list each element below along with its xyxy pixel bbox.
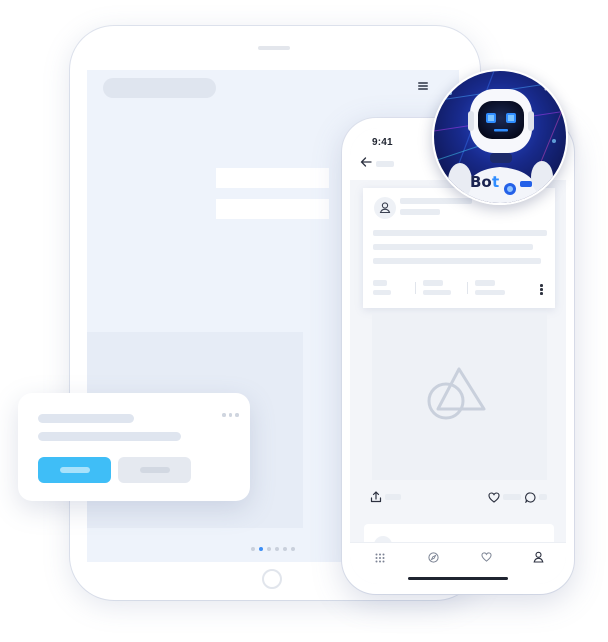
confirm-button[interactable] bbox=[38, 457, 111, 483]
card-text-placeholder bbox=[38, 432, 181, 441]
comment-count-placeholder bbox=[539, 494, 547, 500]
user-icon[interactable] bbox=[533, 551, 544, 563]
cancel-button[interactable] bbox=[118, 457, 191, 483]
back-arrow-icon[interactable] bbox=[360, 156, 372, 170]
heart-icon[interactable] bbox=[481, 552, 492, 562]
stat-placeholder bbox=[423, 280, 443, 286]
grid-icon[interactable] bbox=[375, 553, 385, 563]
divider bbox=[467, 282, 468, 294]
post-meta-placeholder bbox=[400, 209, 440, 215]
stat-placeholder bbox=[373, 290, 391, 295]
divider bbox=[415, 282, 416, 294]
button-label-placeholder bbox=[140, 467, 170, 473]
avatar[interactable] bbox=[374, 197, 396, 219]
home-indicator[interactable] bbox=[408, 577, 508, 580]
post-text-line bbox=[373, 230, 547, 236]
status-time: 9:41 bbox=[372, 137, 393, 148]
search-bar-placeholder[interactable] bbox=[103, 78, 216, 98]
robot-chest-text: Bo bbox=[470, 173, 492, 191]
stat-placeholder bbox=[475, 280, 495, 286]
menu-icon[interactable] bbox=[418, 82, 428, 90]
comment-icon[interactable] bbox=[525, 492, 536, 503]
page-indicator[interactable] bbox=[251, 547, 295, 551]
robot-avatar: Bo t bbox=[432, 69, 568, 205]
image-placeholder-icon bbox=[427, 367, 486, 420]
phone-screen: 9:41 9:41 bbox=[350, 128, 566, 584]
like-count-placeholder bbox=[503, 494, 521, 500]
post-text-line bbox=[373, 244, 533, 250]
post-author-placeholder bbox=[400, 198, 472, 204]
page-dot[interactable] bbox=[267, 547, 271, 551]
page-dot[interactable] bbox=[283, 547, 287, 551]
header-title-placeholder bbox=[376, 161, 394, 167]
stat-placeholder bbox=[475, 290, 505, 295]
bottom-nav bbox=[350, 542, 566, 584]
share-icon[interactable] bbox=[370, 491, 382, 503]
user-icon bbox=[379, 202, 391, 214]
dialog-card bbox=[18, 393, 250, 501]
tablet-home-button[interactable] bbox=[262, 569, 282, 589]
page-dot[interactable] bbox=[275, 547, 279, 551]
tablet-speaker bbox=[258, 46, 290, 50]
page-dot-active[interactable] bbox=[259, 547, 263, 551]
heart-icon[interactable] bbox=[488, 492, 500, 503]
kebab-menu-icon[interactable] bbox=[540, 284, 543, 297]
page-dot[interactable] bbox=[251, 547, 255, 551]
media-placeholder bbox=[372, 314, 547, 480]
robot-chest-text-accent: t bbox=[492, 173, 499, 191]
button-label-placeholder bbox=[60, 467, 90, 473]
share-count-placeholder bbox=[385, 494, 401, 500]
content-placeholder-bar bbox=[216, 199, 329, 219]
page-dot[interactable] bbox=[291, 547, 295, 551]
compass-icon[interactable] bbox=[428, 552, 439, 563]
post-text-line bbox=[373, 258, 541, 264]
content-placeholder-bar bbox=[216, 168, 329, 188]
card-title-placeholder bbox=[38, 414, 134, 423]
post-card[interactable] bbox=[363, 188, 555, 308]
stat-placeholder bbox=[423, 290, 451, 295]
more-icon[interactable] bbox=[222, 413, 239, 417]
stat-placeholder bbox=[373, 280, 387, 286]
